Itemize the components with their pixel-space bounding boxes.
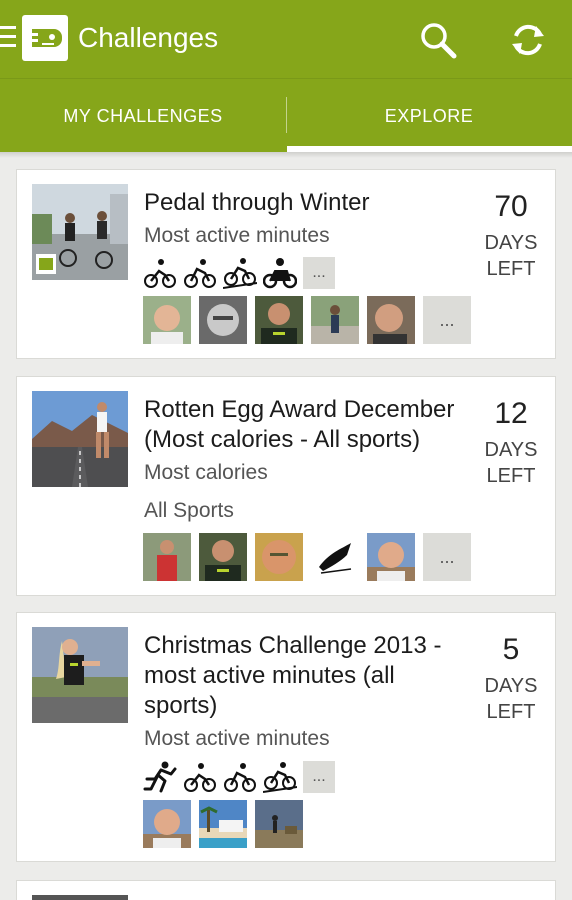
more-sports-button[interactable]: ... [303, 761, 335, 793]
challenge-thumbnail [32, 627, 128, 723]
avatar[interactable] [311, 533, 359, 581]
challenge-title: Christmas Challenge 2013 - most active m… [144, 632, 442, 719]
tab-bar: MY CHALLENGES EXPLORE [0, 78, 572, 152]
challenge-thumbnail [32, 391, 128, 487]
refresh-button[interactable] [506, 18, 550, 62]
participant-avatars: ... [143, 533, 471, 581]
challenge-thumbnail [32, 184, 128, 280]
days-label: DAYS [484, 232, 538, 254]
avatar[interactable] [255, 296, 303, 344]
more-participants-button[interactable]: ... [423, 533, 471, 581]
days-left-count: 70 [494, 190, 528, 223]
participant-avatars: ... [143, 296, 471, 344]
avatar[interactable] [367, 296, 415, 344]
challenge-card[interactable]: Pedal through Winter Most active minutes… [16, 169, 556, 359]
running-icon [143, 761, 177, 793]
avatar[interactable] [255, 533, 303, 581]
search-button[interactable] [416, 18, 460, 62]
avatar[interactable] [367, 533, 415, 581]
avatar[interactable] [143, 800, 191, 848]
challenge-card[interactable]: Christmas Challenge 2013 - most active m… [16, 612, 556, 862]
challenge-card[interactable]: Rotten Egg Award December (Most calories… [16, 376, 556, 596]
cycling-icon [184, 259, 216, 288]
left-label: LEFT [486, 701, 536, 723]
challenge-sports: All Sports [144, 499, 234, 522]
sport-icons: ... [143, 761, 335, 793]
avatar[interactable] [143, 296, 191, 344]
cycling-icon [224, 763, 256, 792]
left-label: LEFT [486, 465, 536, 487]
cycling-icon [144, 259, 176, 288]
challenge-title: Rotten Egg Award December (Most calories… [144, 396, 455, 453]
avatar[interactable] [199, 533, 247, 581]
avatar[interactable] [199, 800, 247, 848]
days-left-count: 12 [494, 397, 528, 430]
tab-shadow [0, 152, 572, 158]
challenge-metric: Most active minutes [144, 224, 330, 247]
avatar[interactable] [143, 533, 191, 581]
menu-icon[interactable] [0, 26, 16, 52]
challenge-metric: Most calories [144, 461, 268, 484]
refresh-icon [512, 24, 544, 56]
tab-explore[interactable]: EXPLORE [286, 79, 572, 153]
mountain-biking-icon [223, 258, 257, 289]
avatar[interactable] [199, 296, 247, 344]
sport-icons: ... [143, 257, 335, 289]
challenge-thumbnail [32, 895, 128, 900]
app-logo[interactable] [22, 15, 68, 61]
days-left: 70 DAYS LEFT [481, 190, 541, 282]
motorcycling-icon [263, 258, 297, 289]
days-label: DAYS [484, 439, 538, 461]
days-left: 5 DAYS LEFT [481, 633, 541, 725]
participant-avatars [143, 800, 311, 848]
challenge-metric: Most active minutes [144, 727, 330, 750]
mountain-biking-icon [263, 762, 297, 793]
tab-my-challenges[interactable]: MY CHALLENGES [0, 79, 286, 153]
days-left-count: 5 [502, 633, 520, 666]
left-label: LEFT [486, 258, 536, 280]
avatar[interactable] [255, 800, 303, 848]
challenge-title: Pedal through Winter [144, 189, 370, 216]
app-bar: Challenges [0, 0, 572, 78]
days-label: DAYS [484, 675, 538, 697]
search-icon [421, 23, 457, 59]
avatar[interactable] [311, 296, 359, 344]
cycling-icon [184, 763, 216, 792]
challenge-card[interactable] [16, 880, 556, 900]
more-participants-button[interactable]: ... [423, 296, 471, 344]
more-sports-button[interactable]: ... [303, 257, 335, 289]
page-title: Challenges [78, 22, 219, 53]
days-left: 12 DAYS LEFT [481, 397, 541, 489]
